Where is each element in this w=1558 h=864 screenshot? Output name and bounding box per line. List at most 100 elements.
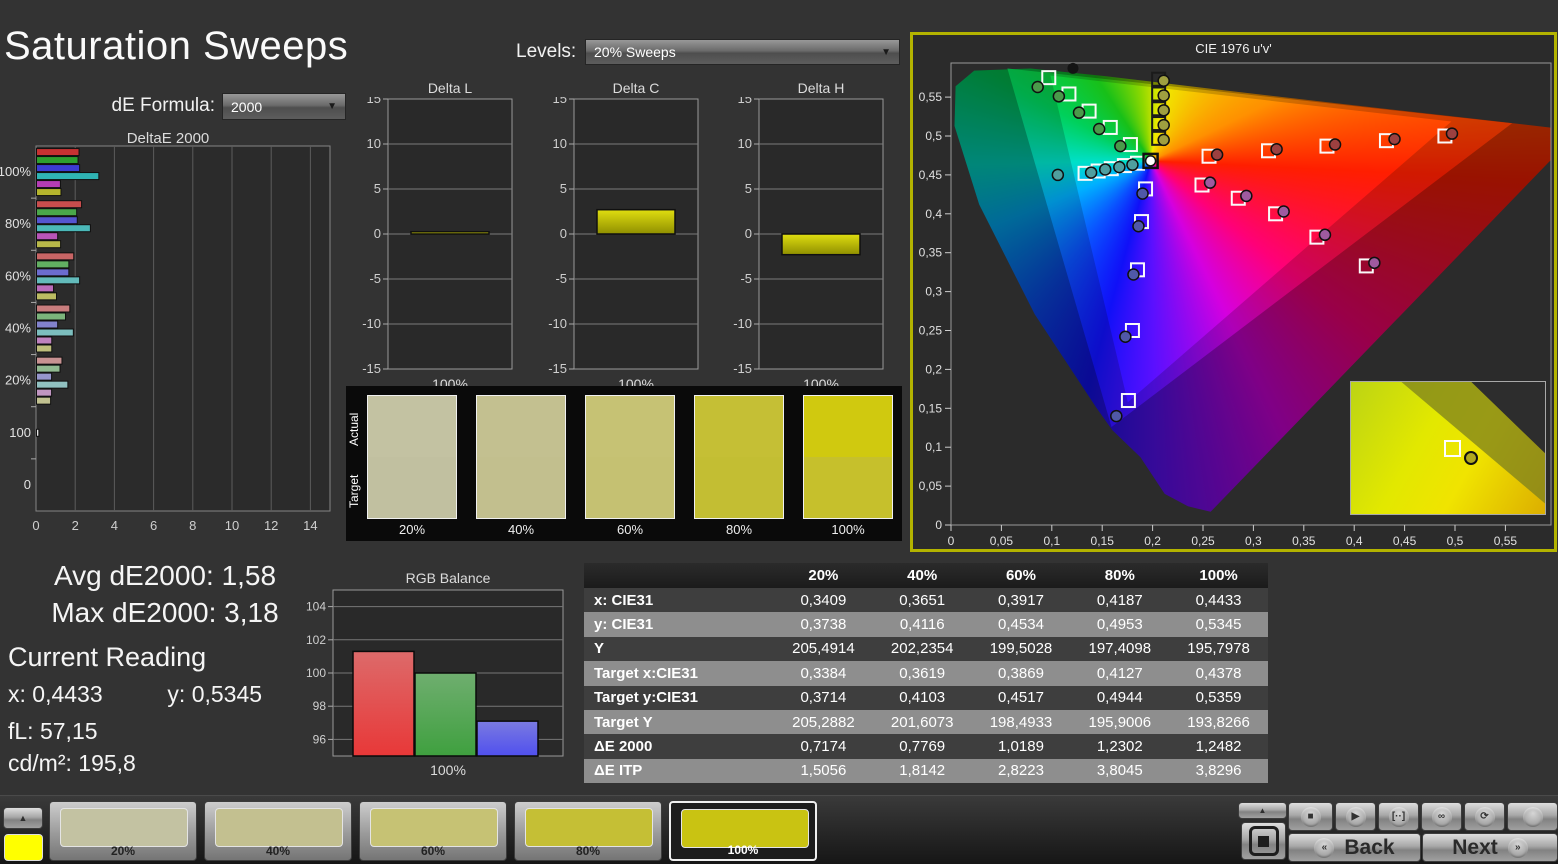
- svg-text:80%: 80%: [5, 216, 31, 231]
- svg-text:10: 10: [225, 518, 239, 533]
- delta-c-title: Delta C: [574, 80, 698, 97]
- cd-value: 195,8: [78, 750, 136, 776]
- table-cell: 201,6073: [873, 714, 972, 731]
- rgb-balance-chart[interactable]: 9698100102104100%: [300, 584, 573, 789]
- inset-measured-marker: [1464, 451, 1478, 465]
- svg-text:4: 4: [111, 518, 118, 533]
- svg-text:0,5: 0,5: [925, 129, 942, 143]
- series-icon: [··]: [1389, 807, 1409, 827]
- cie-zoom-inset: [1350, 381, 1546, 515]
- deltae-2000-chart[interactable]: 02468101214100%80%60%40%20%1000: [0, 144, 336, 548]
- de-formula-dropdown[interactable]: 2000 ▼: [222, 93, 346, 120]
- sample-button-80%[interactable]: 80%: [514, 801, 662, 861]
- calibration-app: Saturation Sweeps dE Formula: 2000 ▼ Lev…: [0, 0, 1558, 864]
- delta-l-plot: 151050-5-10-15100%: [350, 97, 515, 397]
- column-header: 40%: [873, 567, 972, 584]
- table-row: x: CIE310,34090,36510,39170,41870,4433: [584, 588, 1268, 612]
- stop-button[interactable]: ■: [1288, 802, 1333, 831]
- sample-button-40%[interactable]: 40%: [204, 801, 352, 861]
- cd-label: cd/m²:: [8, 750, 72, 776]
- svg-text:0,15: 0,15: [919, 401, 943, 415]
- svg-text:102: 102: [306, 633, 326, 647]
- scroll-up-button[interactable]: ▲: [3, 807, 43, 829]
- delta-l-chart[interactable]: Delta L 151050-5-10-15100%: [350, 80, 515, 390]
- svg-text:0,35: 0,35: [1292, 534, 1316, 548]
- sample-swatch: [215, 808, 343, 847]
- row-label: Target y:CIE31: [584, 689, 774, 706]
- table-row: ΔE 20000,71740,77691,01891,23021,2482: [584, 734, 1268, 758]
- svg-text:0,45: 0,45: [1393, 534, 1417, 548]
- actual-swatch: [804, 396, 892, 457]
- stop-icon: ■: [1301, 807, 1321, 827]
- target-swatch: [804, 457, 892, 518]
- back-button[interactable]: «Back: [1288, 833, 1421, 862]
- panel-scroll-up-button[interactable]: ▲: [1238, 802, 1287, 819]
- actual-swatch: [695, 396, 783, 457]
- cie-diagram-panel[interactable]: CIE 1976 u'v' 00,050,10,150,20,250,30,35…: [910, 32, 1557, 552]
- refresh-icon: ⟳: [1475, 807, 1495, 827]
- sample-label: 100%: [671, 843, 815, 857]
- page-title: Saturation Sweeps: [4, 24, 348, 69]
- levels-dropdown[interactable]: 20% Sweeps ▼: [585, 39, 900, 65]
- table-cell: 1,5056: [774, 762, 873, 779]
- svg-text:0: 0: [560, 226, 567, 241]
- svg-text:100%: 100%: [0, 164, 31, 179]
- refresh-button[interactable]: ⟳: [1464, 802, 1505, 831]
- sample-button-100%[interactable]: 100%: [669, 801, 817, 861]
- fl-label: fL:: [8, 718, 34, 744]
- chevron-down-icon: ▼: [327, 101, 337, 112]
- svg-text:0,1: 0,1: [925, 440, 942, 454]
- delta-h-chart[interactable]: Delta H 151050-5-10-15100%: [721, 80, 886, 390]
- svg-text:-5: -5: [740, 271, 752, 286]
- sample-button-20%[interactable]: 20%: [49, 801, 197, 861]
- sample-label: 40%: [205, 844, 351, 858]
- svg-text:0,35: 0,35: [919, 246, 943, 260]
- svg-text:0: 0: [24, 477, 31, 492]
- svg-text:0: 0: [948, 534, 955, 548]
- table-row: y: CIE310,37380,41160,45340,49530,5345: [584, 612, 1268, 636]
- actual-swatch: [477, 396, 565, 457]
- svg-text:15: 15: [738, 97, 752, 106]
- sample-label: 20%: [50, 844, 196, 858]
- chevron-down-icon: ▼: [881, 47, 891, 58]
- table-cell: 3,8045: [1070, 762, 1169, 779]
- svg-text:10: 10: [738, 136, 752, 151]
- table-cell: 0,4433: [1169, 592, 1268, 609]
- table-cell: 0,7174: [774, 738, 873, 755]
- swatch-20%: [367, 395, 457, 519]
- row-label: x: CIE31: [584, 592, 774, 609]
- play-button[interactable]: ▶: [1335, 802, 1376, 831]
- infinity-button[interactable]: ∞: [1421, 802, 1462, 831]
- svg-text:-5: -5: [369, 271, 381, 286]
- delta-c-chart[interactable]: Delta C 151050-5-10-15100%: [536, 80, 701, 390]
- table-cell: 0,3409: [774, 592, 873, 609]
- svg-text:-10: -10: [362, 316, 381, 331]
- chevron-up-icon: ▲: [1239, 803, 1286, 818]
- table-cell: 0,4187: [1070, 592, 1169, 609]
- stop-all-button[interactable]: [1241, 822, 1286, 860]
- next-label: Next: [1452, 836, 1498, 860]
- sample-button-60%[interactable]: 60%: [359, 801, 507, 861]
- svg-text:0,2: 0,2: [925, 362, 942, 376]
- series-button[interactable]: [··]: [1378, 802, 1419, 831]
- delta-h-title: Delta H: [759, 80, 883, 97]
- svg-text:5: 5: [374, 181, 381, 196]
- current-reading-xy: x: 0,4433 y: 0,5345: [8, 681, 262, 708]
- svg-text:5: 5: [745, 181, 752, 196]
- delta-h-plot: 151050-5-10-15100%: [721, 97, 886, 397]
- svg-text:15: 15: [367, 97, 381, 106]
- swatch-label: 40%: [476, 522, 566, 537]
- play-icon: ▶: [1346, 807, 1366, 827]
- next-button[interactable]: Next»: [1422, 833, 1558, 862]
- table-cell: 0,3651: [873, 592, 972, 609]
- svg-text:8: 8: [189, 518, 196, 533]
- svg-text:96: 96: [313, 732, 327, 746]
- svg-text:0,15: 0,15: [1091, 534, 1115, 548]
- svg-text:100: 100: [306, 666, 326, 680]
- table-cell: 0,3869: [972, 665, 1071, 682]
- blank-button[interactable]: [1507, 802, 1558, 831]
- swatch-40%: [476, 395, 566, 519]
- svg-text:-5: -5: [555, 271, 567, 286]
- delta-l-title: Delta L: [388, 80, 512, 97]
- table-cell: 0,3917: [972, 592, 1071, 609]
